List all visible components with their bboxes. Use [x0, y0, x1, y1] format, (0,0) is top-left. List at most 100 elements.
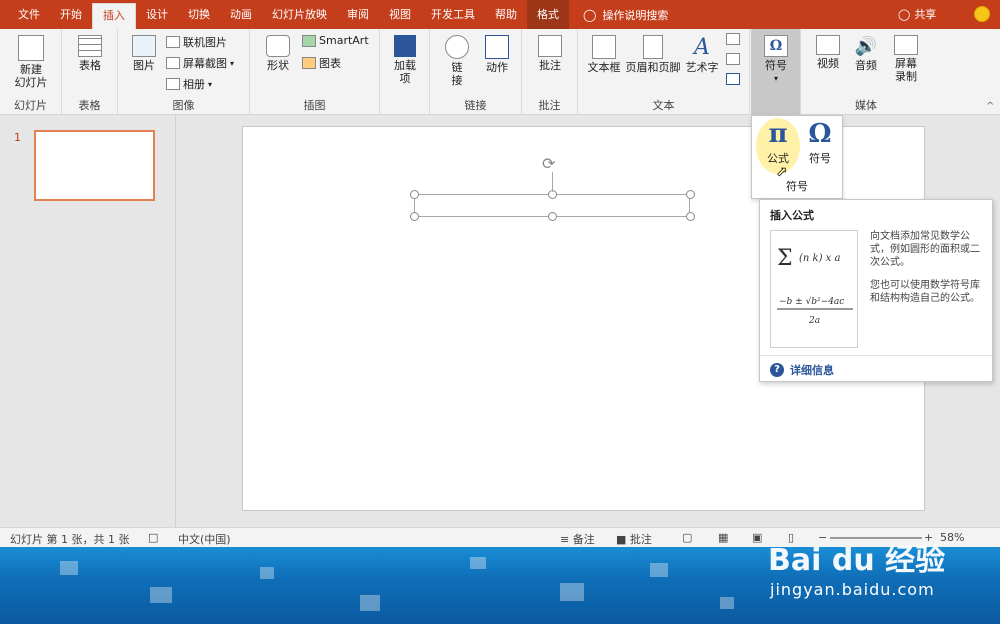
normal-view-icon[interactable]: ▢: [682, 531, 692, 544]
tab-5[interactable]: 动画: [220, 0, 262, 29]
language-indicator[interactable]: 中文(中国): [178, 531, 231, 547]
table-button[interactable]: 表格: [74, 35, 106, 72]
tab-8[interactable]: 视图: [379, 0, 421, 29]
comment-icon: [538, 35, 562, 57]
tab-0[interactable]: 文件: [8, 0, 50, 29]
date-time-button[interactable]: [726, 33, 740, 45]
action-button[interactable]: 动作: [480, 35, 514, 74]
group-media: 视频 🔊 音频 屏幕 录制 媒体: [801, 29, 931, 115]
picture-icon: [132, 35, 156, 57]
group-symbols: Ω 符号 ▾: [751, 29, 801, 115]
group-label-tables: 表格: [78, 99, 101, 112]
resize-handle[interactable]: [410, 190, 419, 199]
new-slide-button[interactable]: 新建 幻灯片: [8, 35, 54, 89]
svg-text:2a: 2a: [808, 316, 820, 326]
tooltip-description: 向文档添加常见数学公式，例如圆形的面积或二次公式。 您也可以使用数学符号库和结构…: [870, 231, 980, 304]
tab-11[interactable]: 格式: [527, 0, 569, 29]
group-label-illustrations: 插图: [303, 99, 326, 112]
tab-3[interactable]: 设计: [136, 0, 178, 29]
symbols-dropdown: π 公式 Ω 符号 符号 ⬀: [751, 115, 843, 199]
header-footer-icon: [643, 35, 663, 59]
table-icon: [78, 35, 102, 57]
tooltip-divider: [760, 355, 992, 356]
video-button[interactable]: 视频: [813, 35, 843, 70]
tab-10[interactable]: 帮助: [485, 0, 527, 29]
slide-sorter-icon[interactable]: ▦: [718, 531, 728, 544]
pi-icon: π: [768, 119, 788, 149]
resize-handle[interactable]: [548, 212, 557, 221]
tell-me-search[interactable]: ◯ 操作说明搜索: [583, 7, 668, 23]
link-button[interactable]: 链 接: [442, 35, 472, 87]
group-label-images: 图像: [172, 99, 195, 112]
slide-thumbnail[interactable]: [34, 130, 155, 201]
screen-record-button[interactable]: 屏幕 录制: [889, 35, 923, 83]
tab-9[interactable]: 开发工具: [421, 0, 485, 29]
share-button[interactable]: ◯ 共享: [898, 0, 936, 29]
wordart-icon: A: [694, 35, 710, 60]
more-info-link[interactable]: ? 详细信息: [770, 362, 834, 378]
symbols-button[interactable]: Ω 符号 ▾: [759, 35, 793, 85]
slide-info: 幻灯片 第 1 张，共 1 张: [10, 533, 130, 546]
chevron-down-icon: ▾: [230, 58, 235, 68]
comments-button[interactable]: ■ 批注: [616, 531, 652, 547]
group-illustrations: 形状 SmartArt 图表 插图: [250, 29, 380, 115]
dropdown-group-label: 符号: [786, 180, 808, 193]
lightbulb-icon: ◯: [583, 7, 597, 22]
omega-icon: Ω: [808, 119, 832, 149]
watermark-logo: Bai du 经验: [768, 543, 946, 578]
chart-button[interactable]: 图表: [302, 55, 341, 71]
picture-button[interactable]: 图片: [128, 35, 160, 72]
mouse-cursor-icon: ⬀: [776, 164, 788, 180]
comment-button[interactable]: 批注: [534, 35, 566, 72]
globe-link-icon: [445, 35, 469, 59]
date-time-icon: [726, 33, 740, 45]
group-label-links: 链接: [464, 99, 487, 112]
notes-button[interactable]: ≡ 备注: [560, 531, 595, 547]
album-button[interactable]: 相册 ▾: [166, 76, 212, 92]
resize-handle[interactable]: [686, 190, 695, 199]
tab-4[interactable]: 切换: [178, 0, 220, 29]
slide-number-button[interactable]: [726, 53, 740, 65]
screen-record-icon: [894, 35, 918, 55]
wordart-button[interactable]: A 艺术字: [684, 35, 720, 74]
video-icon: [816, 35, 840, 55]
object-icon: [726, 73, 740, 85]
resize-handle[interactable]: [686, 212, 695, 221]
tab-7[interactable]: 审阅: [337, 0, 379, 29]
speaker-icon: 🔊: [854, 36, 878, 57]
chevron-down-icon: ▾: [773, 74, 778, 83]
slide-number-icon: [726, 53, 740, 65]
rotate-handle-icon[interactable]: ⟳: [542, 154, 555, 173]
resize-handle[interactable]: [410, 212, 419, 221]
online-picture-button[interactable]: 联机图片: [166, 34, 227, 50]
group-addins: 加载 项: [380, 29, 430, 115]
group-images: 图片 联机图片 屏幕截图 ▾ 相册 ▾ 图像: [118, 29, 250, 115]
svg-text:(n k) x a: (n k) x a: [799, 253, 840, 264]
smartart-button[interactable]: SmartArt: [302, 34, 369, 47]
group-links: 链 接 动作 链接: [430, 29, 522, 115]
shapes-button[interactable]: 形状: [262, 35, 294, 72]
reading-view-icon[interactable]: ▣: [752, 531, 762, 544]
collapse-ribbon-icon[interactable]: ^: [986, 101, 994, 112]
object-button[interactable]: [726, 73, 740, 85]
equation-tooltip: 插入公式 Σ (n k) x a −b ± √b²−4ac 2a 向文档添加常见…: [759, 199, 993, 382]
group-label-slides: 幻灯片: [14, 99, 47, 112]
omega-symbol-icon: Ω: [764, 35, 788, 57]
help-icon: ?: [770, 363, 784, 377]
symbol-menu-item[interactable]: Ω 符号: [798, 118, 842, 174]
tab-1[interactable]: 开始: [50, 0, 92, 29]
addins-button[interactable]: 加载 项: [390, 35, 420, 85]
audio-button[interactable]: 🔊 音频: [851, 35, 881, 72]
group-label-media: 媒体: [855, 99, 877, 112]
svg-text:−b ± √b²−4ac: −b ± √b²−4ac: [779, 296, 844, 307]
tab-2[interactable]: 插入: [92, 3, 136, 29]
tab-6[interactable]: 幻灯片放映: [262, 0, 337, 29]
group-label-text: 文本: [652, 99, 675, 112]
header-footer-button[interactable]: 页眉和页脚: [624, 35, 682, 74]
spellcheck-icon[interactable]: □: [148, 531, 158, 544]
screenshot-button[interactable]: 屏幕截图 ▾: [166, 55, 234, 71]
addins-icon: [394, 35, 416, 57]
textbox-button[interactable]: 文本框: [584, 35, 624, 74]
feedback-smiley-icon[interactable]: [974, 6, 990, 22]
group-tables: 表格 表格: [62, 29, 118, 115]
